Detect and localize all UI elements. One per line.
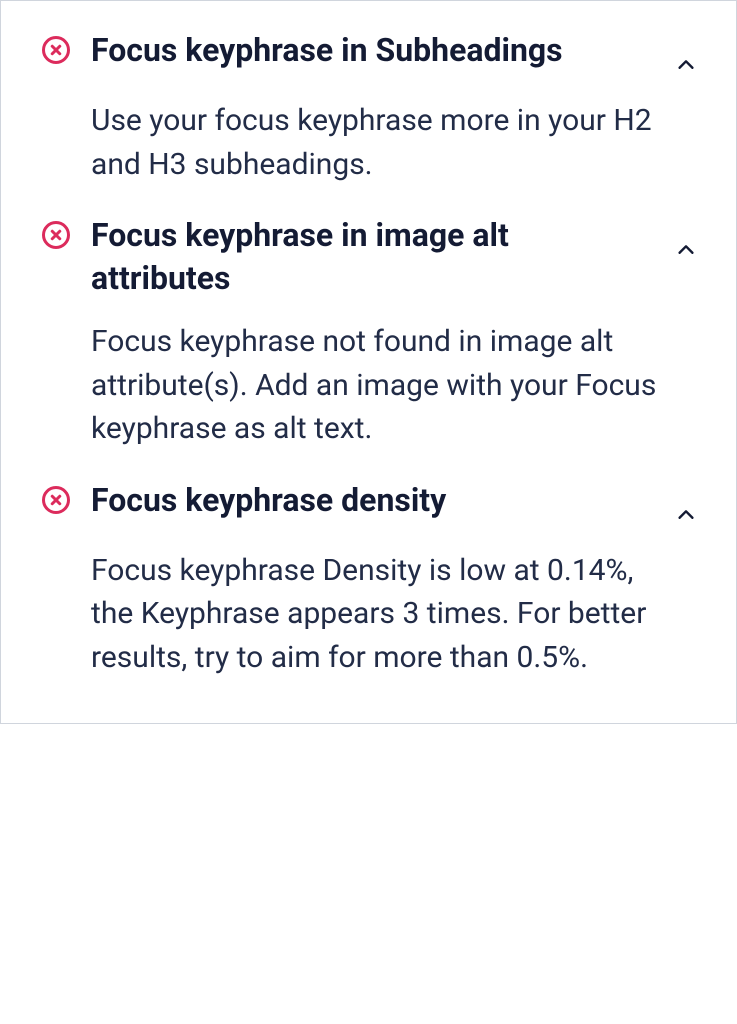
- analysis-item-header[interactable]: Focus keyphrase in Subheadings: [41, 29, 700, 79]
- chevron-up-icon: [672, 51, 700, 79]
- error-icon: [41, 220, 71, 250]
- analysis-item-title: Focus keyphrase in image alt attributes: [91, 214, 652, 300]
- analysis-item-subheadings: Focus keyphrase in Subheadings Use your …: [1, 19, 736, 204]
- analysis-item-description: Focus keyphrase Density is low at 0.14%,…: [91, 549, 680, 680]
- error-icon: [41, 485, 71, 515]
- analysis-item-title: Focus keyphrase density: [91, 479, 652, 522]
- analysis-item-image-alt: Focus keyphrase in image alt attributes …: [1, 204, 736, 469]
- seo-analysis-panel: Focus keyphrase in Subheadings Use your …: [0, 0, 737, 724]
- analysis-item-description: Use your focus keyphrase more in your H2…: [91, 99, 680, 186]
- error-icon: [41, 35, 71, 65]
- analysis-item-description: Focus keyphrase not found in image alt a…: [91, 320, 680, 451]
- chevron-up-icon: [672, 236, 700, 264]
- analysis-item-header[interactable]: Focus keyphrase in image alt attributes: [41, 214, 700, 300]
- analysis-item-density: Focus keyphrase density Focus keyphrase …: [1, 469, 736, 698]
- analysis-item-body: Use your focus keyphrase more in your H2…: [91, 99, 700, 186]
- analysis-item-header[interactable]: Focus keyphrase density: [41, 479, 700, 529]
- analysis-item-title: Focus keyphrase in Subheadings: [91, 29, 652, 72]
- chevron-up-icon: [672, 501, 700, 529]
- analysis-item-body: Focus keyphrase not found in image alt a…: [91, 320, 700, 451]
- analysis-item-body: Focus keyphrase Density is low at 0.14%,…: [91, 549, 700, 680]
